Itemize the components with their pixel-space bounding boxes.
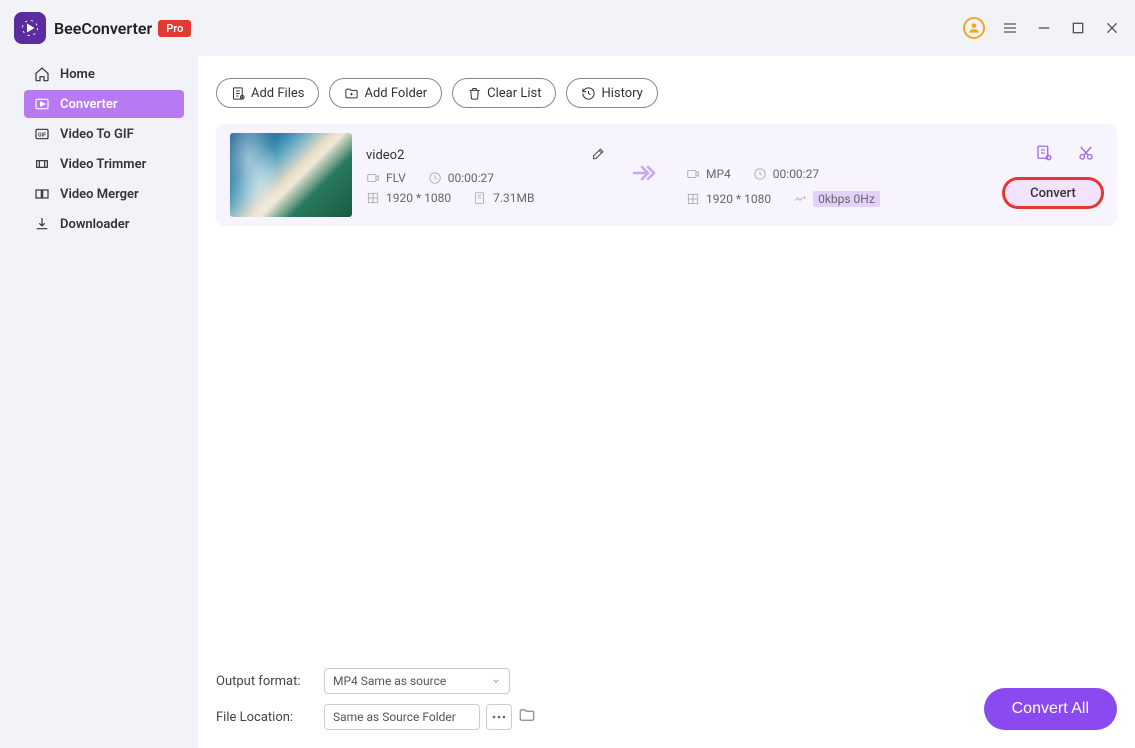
dst-resolution: 1920 * 1080 — [706, 192, 771, 206]
sidebar-item-label: Video Merger — [60, 187, 139, 202]
file-location-label: File Location: — [216, 710, 306, 725]
dst-audio: 0kbps 0Hz — [813, 191, 880, 207]
dst-format: MP4 — [706, 167, 731, 181]
titlebar: BeeConverter Pro — [0, 0, 1135, 56]
file-card: video2 FLV 00:00:27 1920 * 1080 7.31MB — [216, 124, 1117, 226]
dst-duration: 00:00:27 — [773, 167, 819, 181]
sidebar-item-video-merger[interactable]: Video Merger — [24, 180, 184, 208]
src-resolution: 1920 * 1080 — [386, 191, 451, 205]
sidebar-item-video-trimmer[interactable]: Video Trimmer — [24, 150, 184, 178]
settings-icon[interactable] — [1035, 144, 1053, 166]
file-name: video2 — [366, 148, 404, 163]
sidebar-item-label: Video To GIF — [60, 127, 134, 142]
chevron-down-icon — [491, 676, 501, 686]
clear-list-button[interactable]: Clear List — [452, 78, 556, 108]
sidebar-item-converter[interactable]: Converter — [24, 90, 184, 118]
output-format-select[interactable]: MP4 Same as source — [324, 668, 510, 694]
src-size: 7.31MB — [493, 191, 534, 205]
more-button[interactable] — [486, 704, 512, 730]
sidebar-item-label: Downloader — [60, 217, 129, 232]
window-maximize-icon[interactable] — [1069, 19, 1087, 37]
window-close-icon[interactable] — [1103, 19, 1121, 37]
src-duration: 00:00:27 — [448, 171, 494, 185]
sidebar: Home Converter GIF Video To GIF Video Tr… — [0, 56, 198, 748]
edit-name-icon[interactable] — [591, 146, 606, 165]
output-format-label: Output format: — [216, 674, 306, 689]
trim-icon[interactable] — [1077, 144, 1095, 166]
add-folder-button[interactable]: Add Folder — [329, 78, 442, 108]
sidebar-item-downloader[interactable]: Downloader — [24, 210, 184, 238]
video-thumbnail — [230, 133, 352, 217]
convert-all-button[interactable]: Convert All — [984, 688, 1117, 730]
footer: Output format: MP4 Same as source File L… — [198, 658, 1135, 748]
convert-button[interactable]: Convert — [1003, 178, 1103, 208]
sidebar-item-home[interactable]: Home — [24, 60, 184, 88]
sidebar-item-label: Home — [60, 67, 95, 82]
app-name: BeeConverter — [54, 19, 152, 38]
file-location-input[interactable]: Same as Source Folder — [324, 704, 480, 730]
app-logo — [14, 12, 46, 44]
menu-icon[interactable] — [1001, 19, 1019, 37]
open-folder-icon[interactable] — [518, 706, 536, 728]
src-format: FLV — [386, 171, 406, 185]
sidebar-item-label: Video Trimmer — [60, 157, 146, 172]
toolbar: Add Files Add Folder Clear List History — [198, 56, 1135, 124]
pro-badge: Pro — [158, 20, 191, 37]
arrow-icon — [632, 163, 660, 187]
svg-text:GIF: GIF — [38, 133, 46, 139]
add-files-button[interactable]: Add Files — [216, 78, 319, 108]
sidebar-item-label: Converter — [60, 97, 118, 112]
sidebar-item-video-to-gif[interactable]: GIF Video To GIF — [24, 120, 184, 148]
history-button[interactable]: History — [566, 78, 657, 108]
user-avatar-icon[interactable] — [963, 17, 985, 39]
window-minimize-icon[interactable] — [1035, 19, 1053, 37]
main-panel: Add Files Add Folder Clear List History — [198, 56, 1135, 748]
